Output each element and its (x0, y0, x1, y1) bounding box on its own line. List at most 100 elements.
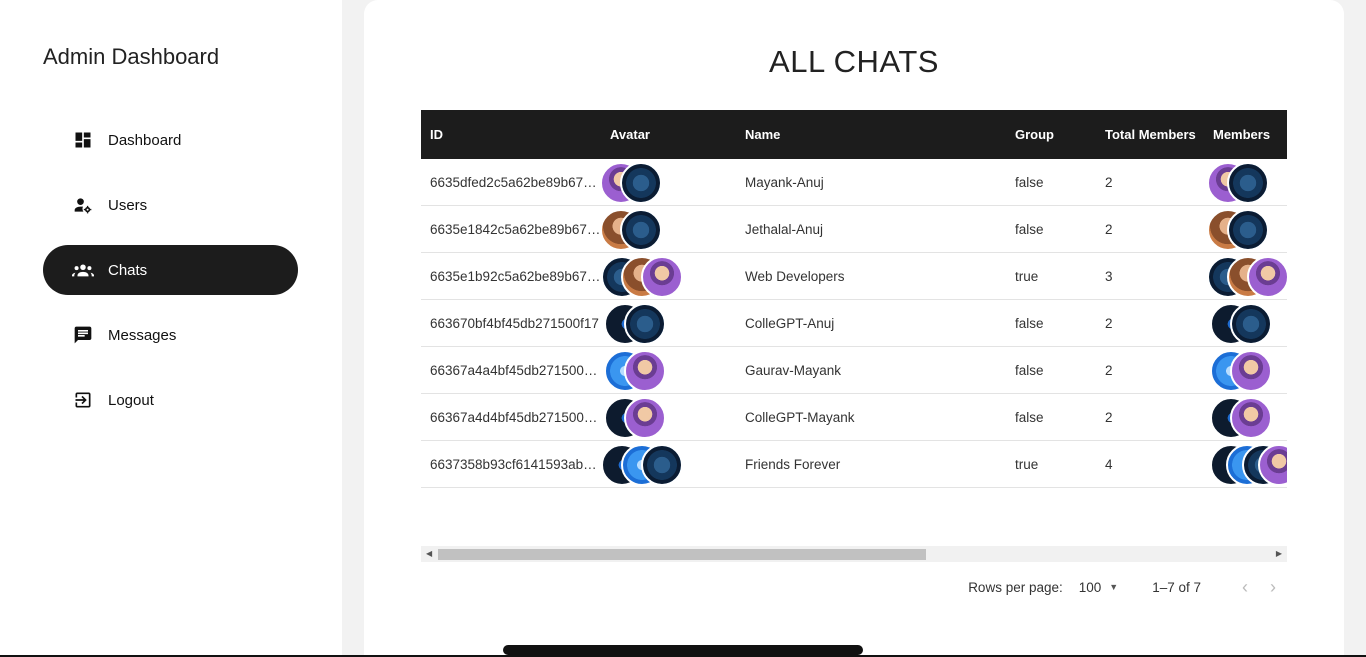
cell-id: 663670bf4bf45db271500f17 (430, 315, 599, 331)
logout-icon (72, 389, 94, 411)
sidebar-item-users[interactable]: Users (43, 180, 298, 230)
sidebar-item-dashboard[interactable]: Dashboard (43, 115, 298, 165)
table-header: ID Avatar Name Group Total Members Membe… (421, 110, 1287, 159)
cell-members (1210, 394, 1287, 440)
scrollbar-thumb[interactable] (438, 549, 926, 560)
table-row[interactable]: 6635e1b92c5a62be89b67… Web Developers true… (421, 253, 1287, 300)
column-header-name[interactable]: Name (745, 127, 1015, 142)
cell-id: 6637358b93cf6141593ab… (430, 456, 597, 472)
manage-accounts-icon (72, 194, 94, 216)
cell-avatar (600, 159, 745, 205)
cell-members (1210, 347, 1287, 393)
table-row[interactable]: 6635e1842c5a62be89b67… Jethalal-Anuj false… (421, 206, 1287, 253)
avatar (624, 350, 666, 392)
column-header-avatar[interactable]: Avatar (604, 127, 745, 142)
cell-name: Jethalal-Anuj (745, 221, 824, 237)
cell-id: 6635dfed2c5a62be89b67… (430, 174, 597, 190)
sidebar-item-messages[interactable]: Messages (43, 310, 298, 360)
groups-icon (72, 259, 94, 281)
avatar (624, 397, 666, 439)
avatar (620, 209, 662, 251)
cell-id: 6635e1842c5a62be89b67… (430, 221, 601, 237)
rows-per-page-select[interactable]: 100 ▼ (1079, 580, 1118, 595)
prev-page-button[interactable]: ‹ (1231, 577, 1259, 598)
sidebar-item-logout[interactable]: Logout (43, 375, 298, 425)
page-title: ALL CHATS (769, 44, 939, 79)
sidebar-item-label: Users (108, 196, 148, 214)
cell-total-members: 2 (1105, 315, 1113, 331)
table-row[interactable]: 6635dfed2c5a62be89b67… Mayank-Anuj false 2 (421, 159, 1287, 206)
table-row[interactable]: 6637358b93cf6141593ab… Friends Forever tru… (421, 441, 1287, 488)
column-header-group[interactable]: Group (1015, 127, 1105, 142)
avatar (624, 303, 666, 345)
message-icon (72, 324, 94, 346)
sidebar-item-chats[interactable]: Chats (43, 245, 298, 295)
member-avatar (1230, 397, 1272, 439)
cell-name: ColleGPT-Mayank (745, 409, 855, 425)
table-row[interactable]: 66367a4d4bf45db271500… ColleGPT-Mayank fal… (421, 394, 1287, 441)
cell-name: Mayank-Anuj (745, 174, 824, 190)
cell-group: false (1015, 174, 1044, 190)
cell-total-members: 3 (1105, 268, 1113, 284)
cell-avatar (600, 206, 745, 252)
cell-total-members: 2 (1105, 409, 1113, 425)
rows-per-page-label: Rows per page: (968, 579, 1063, 595)
cell-avatar (604, 347, 745, 393)
cell-members (1207, 206, 1287, 252)
table-body: 6635dfed2c5a62be89b67… Mayank-Anuj false 2 6… (421, 159, 1287, 488)
cell-id: 6635e1b92c5a62be89b67… (430, 268, 601, 284)
column-header-members[interactable]: Members (1213, 127, 1287, 142)
cell-group: false (1015, 315, 1044, 331)
sidebar: Admin Dashboard Dashboard Users Chats Me… (0, 0, 342, 657)
chats-table: ID Avatar Name Group Total Members Membe… (421, 110, 1287, 565)
cell-id: 66367a4d4bf45db271500… (430, 409, 598, 425)
horizontal-scrollbar[interactable]: ◀ ▶ (421, 546, 1287, 562)
table-row[interactable]: 66367a4a4bf45db271500… Gaurav-Mayank false… (421, 347, 1287, 394)
table-row[interactable]: 663670bf4bf45db271500f17 ColleGPT-Anuj fal… (421, 300, 1287, 347)
scroll-left-icon[interactable]: ◀ (426, 549, 432, 558)
sidebar-item-label: Dashboard (108, 131, 182, 149)
cell-group: false (1015, 221, 1044, 237)
sidebar-item-label: Chats (108, 261, 148, 279)
pagination: Rows per page: 100 ▼ 1–7 of 7 ‹ › (421, 576, 1287, 598)
main-panel: ALL CHATS ID Avatar Name Group Total Mem… (364, 0, 1344, 657)
column-header-id[interactable]: ID (421, 127, 604, 142)
cell-avatar (601, 253, 745, 299)
cell-avatar (604, 300, 745, 346)
avatar (641, 256, 683, 298)
cell-members (1207, 159, 1287, 205)
rows-per-page-value: 100 (1078, 579, 1102, 595)
home-indicator (503, 645, 863, 655)
member-avatar (1230, 303, 1272, 345)
dashboard-icon (72, 129, 94, 151)
member-avatar (1227, 162, 1269, 204)
member-avatar (1230, 350, 1272, 392)
sidebar-item-label: Logout (108, 391, 154, 409)
member-avatar (1227, 209, 1269, 251)
pagination-range: 1–7 of 7 (1152, 579, 1201, 595)
cell-id: 66367a4a4bf45db271500… (430, 362, 598, 378)
cell-name: Web Developers (745, 268, 845, 284)
cell-group: false (1015, 362, 1044, 378)
column-header-total-members[interactable]: Total Members (1105, 127, 1213, 142)
cell-group: true (1015, 456, 1039, 472)
brand-title: Admin Dashboard (43, 44, 220, 69)
cell-avatar (601, 441, 745, 487)
sidebar-nav: Dashboard Users Chats Messages Logout (43, 115, 298, 440)
cell-members (1210, 300, 1287, 346)
cell-avatar (604, 394, 745, 440)
cell-name: Gaurav-Mayank (745, 362, 842, 378)
cell-total-members: 2 (1105, 221, 1113, 237)
next-page-button[interactable]: › (1259, 577, 1287, 598)
scroll-right-icon[interactable]: ▶ (1276, 549, 1282, 558)
sidebar-item-label: Messages (108, 326, 177, 344)
avatar (620, 162, 662, 204)
cell-total-members: 2 (1105, 174, 1113, 190)
cell-members (1210, 441, 1287, 487)
cell-members (1207, 253, 1287, 299)
cell-name: Friends Forever (745, 456, 841, 472)
caret-down-icon: ▼ (1109, 582, 1119, 592)
cell-total-members: 2 (1105, 362, 1113, 378)
cell-group: true (1015, 268, 1039, 284)
cell-name: ColleGPT-Anuj (745, 315, 835, 331)
